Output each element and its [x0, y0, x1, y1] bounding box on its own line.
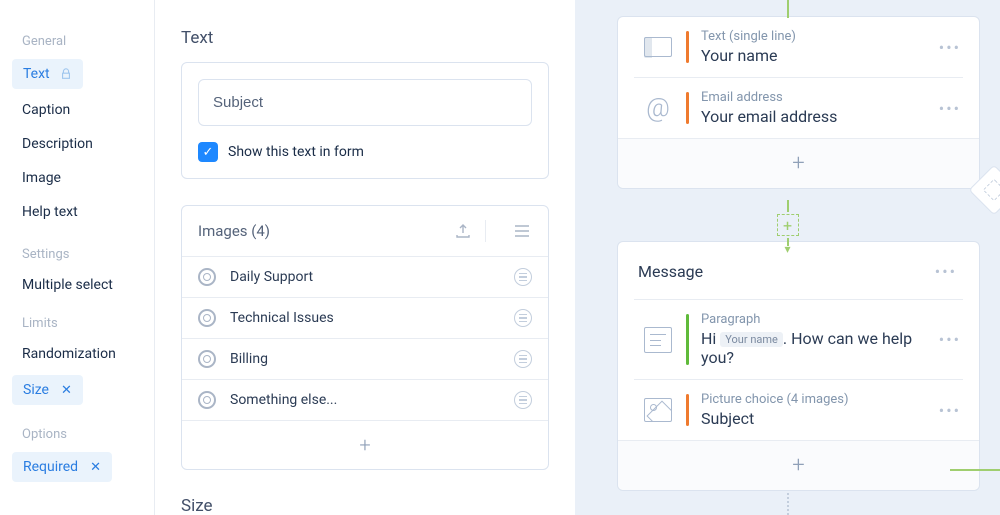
sidebar-item-image[interactable]: Image: [0, 161, 154, 195]
card-row[interactable]: Text (single line) Your name •••: [618, 17, 979, 77]
variable-token[interactable]: Your name: [720, 332, 783, 347]
show-in-form-option[interactable]: ✓ Show this text in form: [198, 142, 532, 162]
picture-icon: [634, 398, 682, 422]
more-icon[interactable]: •••: [937, 99, 963, 118]
field-value: Subject: [701, 409, 937, 428]
row-menu-icon[interactable]: [514, 309, 532, 327]
checkbox-label: Show this text in form: [228, 144, 364, 160]
sidebar-item-label: Size: [23, 382, 49, 398]
sidebar-item-label: Required: [23, 459, 78, 475]
field-value: Hi Your name. How can we help you?: [701, 329, 937, 367]
add-field-button[interactable]: +: [618, 138, 979, 188]
accent-bar: [686, 314, 689, 365]
add-field-button[interactable]: +: [618, 440, 979, 490]
radio-icon: [198, 350, 216, 368]
close-icon[interactable]: ✕: [90, 460, 101, 475]
accent-bar: [686, 92, 689, 124]
row-menu-icon[interactable]: [514, 350, 532, 368]
flow-line: [787, 200, 789, 212]
close-icon[interactable]: ✕: [61, 383, 72, 398]
row-menu-icon[interactable]: [514, 391, 532, 409]
field-type-label: Paragraph: [701, 312, 937, 327]
flow-line: [787, 0, 789, 18]
sidebar-item-caption[interactable]: Caption: [0, 93, 154, 127]
accent-bar: [686, 394, 689, 426]
card-title: Message: [638, 262, 933, 281]
form-card-message: Message ••• Paragraph Hi Your name. How …: [617, 241, 980, 491]
card-row[interactable]: Picture choice (4 images) Subject •••: [618, 380, 979, 440]
text-panel: ✓ Show this text in form: [181, 62, 549, 179]
radio-icon: [198, 309, 216, 327]
sidebar-item-randomization[interactable]: Randomization: [0, 337, 154, 371]
image-option-label: Something else...: [230, 392, 514, 408]
field-value: Your email address: [701, 107, 937, 126]
images-header: Images (4): [182, 206, 548, 257]
image-option-label: Billing: [230, 351, 514, 367]
field-type-label: Picture choice (4 images): [701, 392, 937, 407]
flow-line-dotted: [787, 493, 789, 515]
sidebar-item-help-text[interactable]: Help text: [0, 195, 154, 229]
accent-bar: [686, 31, 689, 63]
form-card: Text (single line) Your name ••• @ Email…: [617, 16, 980, 189]
sidebar-item-required[interactable]: Required ✕: [12, 452, 112, 482]
image-option-row[interactable]: Billing: [182, 339, 548, 380]
sidebar-group-settings: Settings: [0, 241, 154, 268]
menu-icon[interactable]: [512, 225, 532, 237]
divider: [485, 220, 486, 242]
editor-panel: Text ✓ Show this text in form Images (4): [155, 0, 575, 515]
image-option-label: Daily Support: [230, 269, 514, 285]
more-icon[interactable]: •••: [933, 262, 959, 281]
radio-icon: [198, 268, 216, 286]
lock-icon: [60, 68, 72, 80]
card-header: Message •••: [618, 242, 979, 299]
textline-icon: [634, 37, 682, 57]
sidebar-group-general: General: [0, 28, 154, 55]
upload-icon[interactable]: [453, 223, 473, 239]
paragraph-icon: [634, 327, 682, 353]
section-title: Text: [181, 28, 549, 48]
preview-canvas: Text (single line) Your name ••• @ Email…: [575, 0, 1000, 515]
at-icon: @: [634, 93, 682, 123]
card-row[interactable]: @ Email address Your email address •••: [618, 78, 979, 138]
sidebar-item-multiple-select[interactable]: Multiple select: [0, 268, 154, 302]
images-section: Images (4) Daily Support Technical Issue…: [181, 205, 549, 470]
image-option-row[interactable]: Technical Issues: [182, 298, 548, 339]
image-option-row[interactable]: Something else...: [182, 380, 548, 421]
add-step-button[interactable]: +: [777, 214, 799, 236]
more-icon[interactable]: •••: [937, 330, 963, 349]
text-section: Text ✓ Show this text in form: [181, 28, 549, 179]
more-icon[interactable]: •••: [937, 401, 963, 420]
subject-input[interactable]: [198, 79, 532, 126]
image-option-row[interactable]: Daily Support: [182, 257, 548, 298]
sidebar-item-description[interactable]: Description: [0, 127, 154, 161]
add-image-button[interactable]: +: [182, 421, 548, 469]
sidebar-group-limits: Limits: [0, 310, 154, 337]
image-option-label: Technical Issues: [230, 310, 514, 326]
field-value: Your name: [701, 46, 937, 65]
sidebar-item-size[interactable]: Size ✕: [12, 375, 83, 405]
arrow-down-icon: ▾: [784, 242, 790, 256]
sidebar-item-label: Text: [23, 66, 50, 82]
flow-line: [950, 469, 1000, 471]
size-section: Size Small Medium Large: [181, 496, 549, 515]
sidebar-item-text[interactable]: Text: [12, 59, 83, 89]
sidebar-group-options: Options: [0, 421, 154, 448]
row-menu-icon[interactable]: [514, 268, 532, 286]
field-type-label: Text (single line): [701, 29, 937, 44]
checkmark-icon: ✓: [203, 145, 214, 160]
section-title: Size: [181, 496, 549, 515]
sidebar: General Text Caption Description Image H…: [0, 0, 155, 515]
checkbox-icon[interactable]: ✓: [198, 142, 218, 162]
more-icon[interactable]: •••: [937, 38, 963, 57]
field-type-label: Email address: [701, 90, 937, 105]
card-row[interactable]: Paragraph Hi Your name. How can we help …: [618, 300, 979, 379]
images-title: Images (4): [198, 222, 439, 240]
radio-icon: [198, 391, 216, 409]
